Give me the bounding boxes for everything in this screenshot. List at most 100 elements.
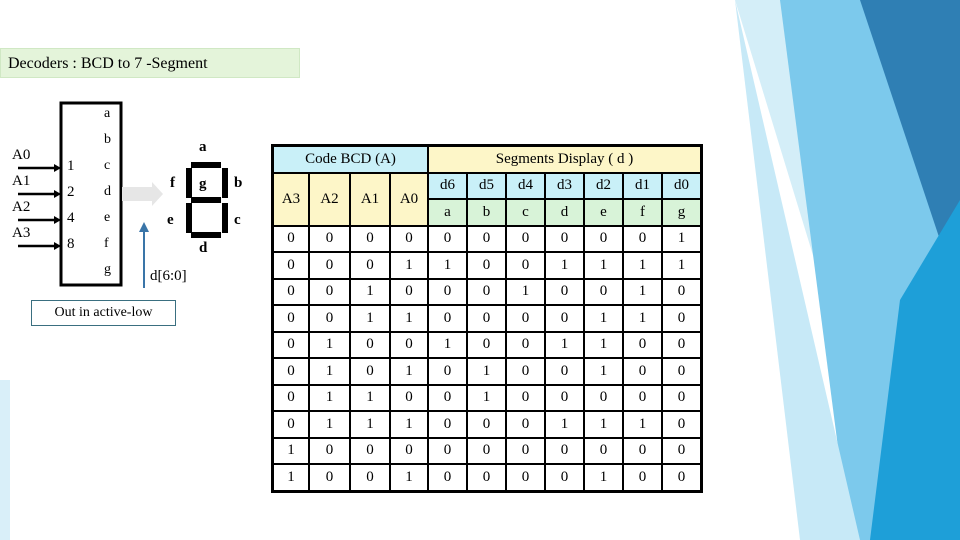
table-cell: 1 [583,357,624,386]
table-cell: 0 [349,436,391,465]
table-cell: 1 [544,251,585,280]
decoder-output-e: e [104,210,111,225]
table-cell: 1 [427,330,468,359]
table-cell: 1 [622,304,663,333]
table-cell: 1 [583,463,624,492]
table-cell: 0 [466,463,507,492]
col-header-A2: A2 [308,171,351,227]
table-cell: 1 [389,410,429,439]
table-cell: 0 [622,436,663,465]
table-cell: 0 [389,383,429,412]
table-cell: 0 [427,357,468,386]
table-cell: 1 [349,410,391,439]
table-cell: 0 [427,436,468,465]
table-cell: 0 [622,383,663,412]
table-cell: 0 [349,224,391,253]
col-header-d3: d3 [544,171,585,200]
table-row: 01110001110 [271,410,703,439]
seg-header-e: e [583,198,624,227]
table-cell: 0 [505,251,546,280]
table-cell: 1 [308,357,351,386]
table-cell: 0 [466,410,507,439]
table-cell: 1 [308,410,351,439]
table-cell: 1 [349,277,391,306]
col-header-d4: d4 [505,171,546,200]
table-cell: 0 [308,304,351,333]
seg-header-d: d [544,198,585,227]
table-cell: 0 [271,304,310,333]
table-cell: 1 [349,383,391,412]
table-cell: 0 [389,224,429,253]
input-label-A2: A2 [12,199,31,215]
table-row: 00110000110 [271,304,703,333]
segment-label-b: b [234,175,243,191]
table-cell: 1 [308,383,351,412]
table-cell: 0 [308,251,351,280]
table-row: 00011001111 [271,251,703,280]
table-cell: 0 [308,277,351,306]
table-cell: 0 [661,436,703,465]
decoder-output-d: d [104,184,111,199]
table-cell: 0 [661,277,703,306]
group-header-bcd: Code BCD (A) [271,144,429,174]
col-header-A3: A3 [271,171,310,227]
table-cell: 0 [661,383,703,412]
table-row: 00000000001 [271,224,703,253]
table-row: 01100100000 [271,383,703,412]
segment-label-g: g [199,176,207,192]
seg-header-c: c [505,198,546,227]
table-cell: 1 [389,251,429,280]
table-cell: 0 [271,383,310,412]
table-row: 10000000000 [271,436,703,465]
table-cell: 1 [583,251,624,280]
table-cell: 0 [308,436,351,465]
table-row: 01001001100 [271,330,703,359]
seg-header-b: b [466,198,507,227]
col-header-A1: A1 [349,171,391,227]
table-cell: 0 [505,357,546,386]
segment-label-f: f [170,175,175,191]
pointer-arrow [139,222,149,232]
table-cell: 1 [622,410,663,439]
table-cell: 0 [427,277,468,306]
table-cell: 1 [661,224,703,253]
table-cell: 0 [544,383,585,412]
table-cell: 1 [389,304,429,333]
table-cell: 0 [308,224,351,253]
table-cell: 0 [466,277,507,306]
table-cell: 0 [505,330,546,359]
table-cell: 0 [622,224,663,253]
table-cell: 1 [466,383,507,412]
table-cell: 0 [271,251,310,280]
table-cell: 0 [349,251,391,280]
table-cell: 0 [661,304,703,333]
table-cell: 1 [389,357,429,386]
active-low-note: Out in active-low [31,300,176,326]
table-cell: 1 [271,463,310,492]
table-cell: 0 [505,463,546,492]
table-cell: 0 [661,410,703,439]
table-cell: 1 [349,304,391,333]
table-cell: 0 [583,277,624,306]
table-cell: 1 [466,357,507,386]
table-cell: 0 [466,251,507,280]
table-cell: 0 [389,330,429,359]
col-header-d5: d5 [466,171,507,200]
table-cell: 0 [308,463,351,492]
table-cell: 1 [308,330,351,359]
table-cell: 1 [544,330,585,359]
table-cell: 1 [583,410,624,439]
table-cell: 0 [583,383,624,412]
decoder-output-c: c [104,158,111,173]
segment-label-d: d [199,240,208,256]
col-header-A0: A0 [389,171,429,227]
table-cell: 0 [583,224,624,253]
bus-label: d[6:0] [150,268,187,284]
segment-label-a: a [199,139,207,155]
input-weight: 2 [67,184,75,200]
table-cell: 1 [271,436,310,465]
decoder-diagram [18,101,228,288]
table-cell: 0 [466,436,507,465]
group-header-segments: Segments Display ( d ) [427,144,703,174]
table-cell: 0 [427,304,468,333]
